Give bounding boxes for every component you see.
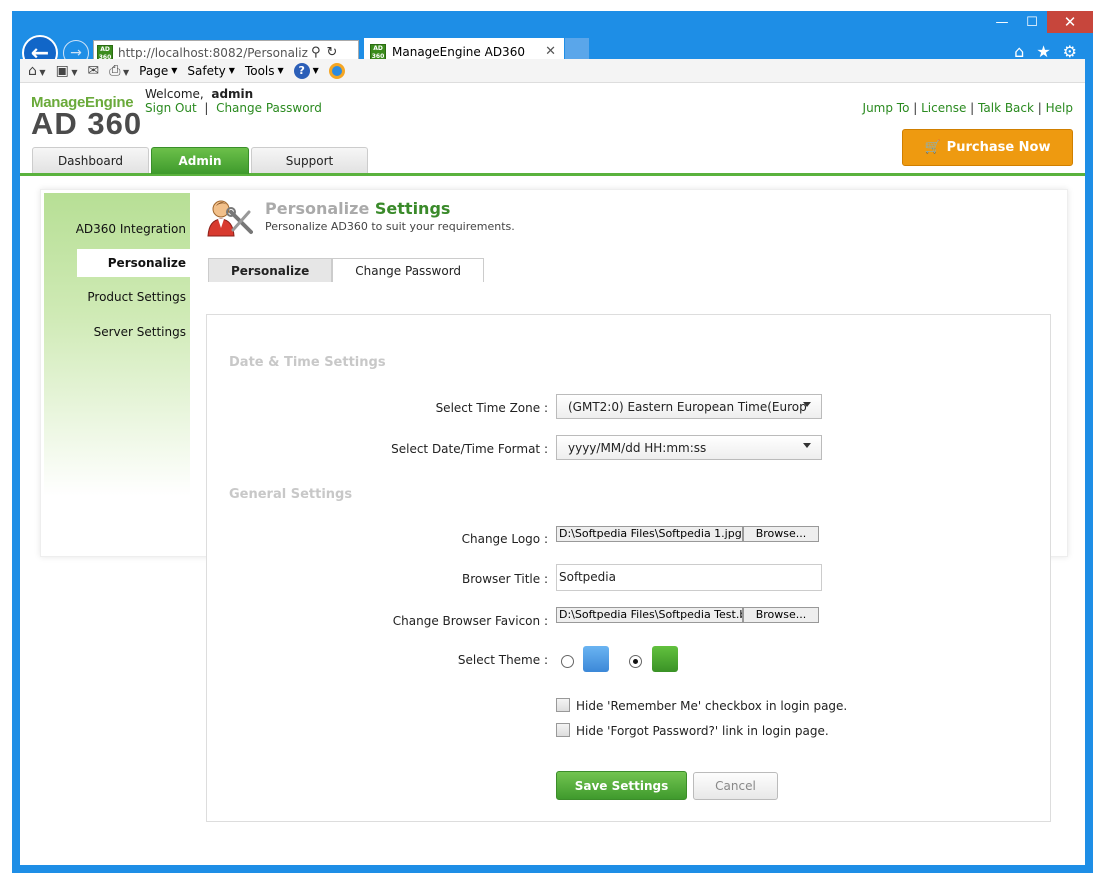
home-icon[interactable]: ⌂ ▼ [28,63,46,79]
sidebar: AD360 Integration Personalize Product Se… [44,193,190,496]
url-text[interactable]: http://localhost:8082/Personalize.do [118,46,308,60]
main-tabs: Dashboard Admin Support [32,147,368,174]
tab-favicon-icon: AD 360 [370,44,386,60]
settings-tabs: Personalize Change Password [208,258,485,282]
user-links: Sign Out | Change Password [145,101,322,115]
date-format-label: Select Date/Time Format : [391,442,548,456]
jump-to-link[interactable]: Jump To [863,101,910,115]
change-logo-label: Change Logo : [461,532,548,546]
change-password-link[interactable]: Change Password [216,101,322,115]
safety-menu[interactable]: Safety ▼ [187,64,235,78]
hide-forgot-password-checkbox[interactable] [556,723,570,737]
cancel-button[interactable]: Cancel [693,772,778,800]
browser-title-label: Browser Title : [461,572,548,586]
page-content: ⌂ ▼ ▣ ▼ ✉ ⎙ ▼ Page ▼ Safety ▼ Tools ▼ ? ▼ Ma… [20,59,1085,865]
general-section-title: General Settings [229,487,353,502]
print-icon[interactable]: ⎙ ▼ [109,63,129,79]
search-icon[interactable]: ⚲ [311,45,321,60]
theme-blue-radio[interactable] [561,655,574,668]
cart-icon: 🛒 [924,140,941,155]
help-menu[interactable]: ? ▼ [293,62,319,79]
tab-dashboard[interactable]: Dashboard [32,147,149,173]
purchase-now-button[interactable]: 🛒 Purchase Now [902,129,1073,166]
favicon-label: Change Browser Favicon : [392,614,548,628]
theme-green-radio[interactable] [629,655,642,668]
hide-remember-me-checkbox[interactable] [556,698,570,712]
mail-icon[interactable]: ✉ [88,63,100,79]
top-links: Jump To | License | Talk Back | Help [862,101,1073,115]
select-theme-label: Select Theme : [457,653,548,667]
browser-window: — ☐ ✕ ← → AD 360 http://localhost:8082/P… [12,11,1093,873]
time-zone-label: Select Time Zone : [435,401,548,415]
help-link[interactable]: Help [1046,101,1073,115]
tab-change-password[interactable]: Change Password [332,258,485,282]
page-title: Personalize Settings [265,199,451,218]
date-format-select[interactable]: yyyy/MM/dd HH:mm:ss [556,435,822,460]
date-time-section-title: Date & Time Settings [229,355,386,370]
page-subtitle: Personalize AD360 to suit your requireme… [265,220,515,233]
app-header: ManageEngine AD 360 Welcome, admin Sign … [20,84,1085,176]
username: admin [211,87,254,101]
favicon-file-field[interactable]: D:\Softpedia Files\Softpedia Test.bmp [556,607,743,623]
feeds-icon[interactable]: ▣ ▼ [56,63,78,79]
close-icon[interactable]: ✕ [1047,11,1093,33]
ie-addon-icon[interactable] [328,62,345,79]
license-link[interactable]: License [921,101,966,115]
sidebar-item-ad360-integration[interactable]: AD360 Integration [44,215,190,243]
logo-product: AD 360 [31,106,143,141]
talk-back-link[interactable]: Talk Back [978,101,1034,115]
tools-menu[interactable]: Tools ▼ [245,64,284,78]
tab-close-icon[interactable]: ✕ [545,44,556,59]
logo-file-field[interactable]: D:\Softpedia Files\Softpedia 1.jpg [556,526,743,542]
minimize-icon[interactable]: — [987,11,1017,33]
maximize-icon[interactable]: ☐ [1017,11,1047,33]
tab-support[interactable]: Support [251,147,368,173]
tab-personalize[interactable]: Personalize [208,258,333,282]
logo-browse-button[interactable]: Browse... [743,526,819,542]
sidebar-item-product-settings[interactable]: Product Settings [44,283,190,311]
theme-green-swatch[interactable] [652,646,678,672]
command-bar: ⌂ ▼ ▣ ▼ ✉ ⎙ ▼ Page ▼ Safety ▼ Tools ▼ ? ▼ [20,59,1085,83]
sign-out-link[interactable]: Sign Out [145,101,197,115]
favicon-browse-button[interactable]: Browse... [743,607,819,623]
window-controls: — ☐ ✕ [987,11,1093,33]
help-icon: ? [293,62,310,79]
tab-admin[interactable]: Admin [151,147,249,174]
sidebar-item-personalize[interactable]: Personalize [77,249,190,277]
hide-remember-me-label: Hide 'Remember Me' checkbox in login pag… [576,699,848,713]
tab-title: ManageEngine AD360 [392,45,525,59]
browser-title-input[interactable]: Softpedia [556,564,822,591]
welcome-text: Welcome, admin [145,87,254,101]
theme-blue-swatch[interactable] [583,646,609,672]
refresh-icon[interactable]: ↻ [327,45,338,60]
time-zone-select[interactable]: (GMT2:0) Eastern European Time(Europ [556,394,822,419]
save-settings-button[interactable]: Save Settings [556,771,687,800]
chevron-down-icon [803,402,811,407]
settings-form: Date & Time Settings Select Time Zone : … [206,314,1051,822]
chevron-down-icon [803,443,811,448]
hide-forgot-password-label: Hide 'Forgot Password?' link in login pa… [576,724,829,738]
sidebar-item-server-settings[interactable]: Server Settings [44,318,190,346]
page-menu[interactable]: Page ▼ [139,64,177,78]
user-settings-icon [207,200,253,237]
